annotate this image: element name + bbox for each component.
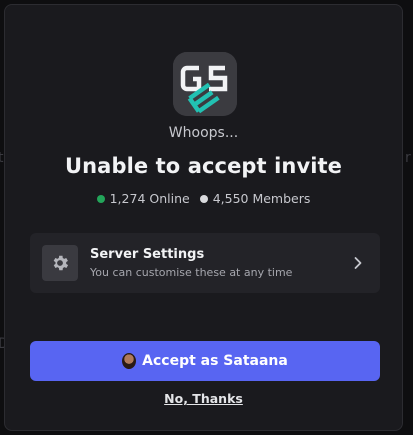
- online-count: 1,274 Online: [109, 191, 190, 206]
- member-count-group: 4,550 Members: [199, 191, 311, 206]
- gear-icon: [53, 255, 69, 271]
- user-avatar: [122, 353, 137, 369]
- server-counts: 1,274 Online 4,550 Members: [5, 191, 402, 206]
- chevron-right-icon: [354, 257, 362, 269]
- server-settings-subtitle: You can customise these at any time: [90, 266, 293, 279]
- accept-button-label: Accept as Sataana: [142, 353, 288, 369]
- member-status-dot: [199, 194, 208, 203]
- online-status-dot: [96, 194, 105, 203]
- server-icon: [173, 52, 237, 116]
- gear-icon-box: [42, 245, 78, 281]
- accept-invite-button[interactable]: Accept as Sataana: [30, 341, 380, 381]
- member-count: 4,550 Members: [212, 191, 311, 206]
- gse-logo-icon: [173, 52, 237, 116]
- background-edge-left: t: [0, 150, 4, 166]
- no-thanks-link[interactable]: No, Thanks: [5, 391, 402, 406]
- server-settings-title: Server Settings: [90, 247, 205, 262]
- invite-modal: Whoops... Unable to accept invite 1,274 …: [4, 4, 403, 431]
- server-settings-button[interactable]: Server Settings You can customise these …: [30, 233, 380, 293]
- online-count-group: 1,274 Online: [96, 191, 190, 206]
- background-edge-right: r: [405, 150, 411, 166]
- whoops-text: Whoops...: [168, 125, 239, 141]
- modal-title: Unable to accept invite: [64, 154, 343, 178]
